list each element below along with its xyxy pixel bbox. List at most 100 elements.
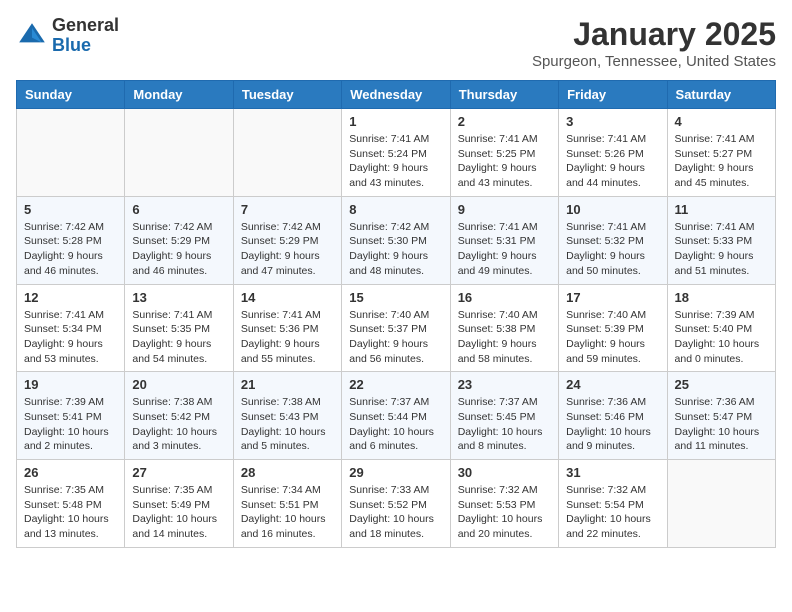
day-number: 2 — [458, 114, 551, 129]
day-number: 20 — [132, 377, 225, 392]
weekday-header-monday: Monday — [125, 81, 233, 109]
calendar-cell: 12 Sunrise: 7:41 AM Sunset: 5:34 PM Dayli… — [17, 284, 125, 372]
logo-blue-text: Blue — [52, 36, 119, 56]
day-number: 16 — [458, 290, 551, 305]
day-number: 30 — [458, 465, 551, 480]
calendar-cell: 23 Sunrise: 7:37 AM Sunset: 5:45 PM Dayli… — [450, 372, 558, 460]
day-number: 12 — [24, 290, 117, 305]
day-number: 10 — [566, 202, 659, 217]
calendar-cell: 19Sunrise: 7:39 AM Sunset: 5:41 PM Dayli… — [17, 372, 125, 460]
day-number: 21 — [241, 377, 334, 392]
day-number: 23 — [458, 377, 551, 392]
day-info: Sunrise: 7:38 AM Sunset: 5:43 PM Dayligh… — [241, 395, 334, 454]
day-number: 19 — [24, 377, 117, 392]
calendar-cell: 27Sunrise: 7:35 AM Sunset: 5:49 PM Dayli… — [125, 460, 233, 548]
day-number: 31 — [566, 465, 659, 480]
calendar-cell: 31 Sunrise: 7:32 AM Sunset: 5:54 PM Dayli… — [559, 460, 667, 548]
day-info: Sunrise: 7:36 AM Sunset: 5:47 PM Dayligh… — [675, 395, 768, 454]
day-number: 5 — [24, 202, 117, 217]
calendar-cell: 17 Sunrise: 7:40 AM Sunset: 5:39 PM Dayli… — [559, 284, 667, 372]
calendar-cell: 24 Sunrise: 7:36 AM Sunset: 5:46 PM Dayli… — [559, 372, 667, 460]
day-number: 4 — [675, 114, 768, 129]
day-info: Sunrise: 7:39 AM Sunset: 5:40 PM Dayligh… — [675, 308, 768, 367]
day-info: Sunrise: 7:33 AM Sunset: 5:52 PM Dayligh… — [349, 483, 442, 542]
day-info: Sunrise: 7:41 AM Sunset: 5:33 PM Dayligh… — [675, 220, 768, 279]
logo: General Blue — [16, 16, 119, 56]
calendar-week-row-2: 5 Sunrise: 7:42 AM Sunset: 5:28 PM Daylig… — [17, 196, 776, 284]
logo-icon — [16, 20, 48, 52]
calendar-cell: 25Sunrise: 7:36 AM Sunset: 5:47 PM Dayli… — [667, 372, 775, 460]
calendar-cell: 22 Sunrise: 7:37 AM Sunset: 5:44 PM Dayli… — [342, 372, 450, 460]
calendar-cell: 30 Sunrise: 7:32 AM Sunset: 5:53 PM Dayli… — [450, 460, 558, 548]
location-title: Spurgeon, Tennessee, United States — [532, 53, 776, 70]
day-info: Sunrise: 7:41 AM Sunset: 5:31 PM Dayligh… — [458, 220, 551, 279]
day-info: Sunrise: 7:35 AM Sunset: 5:49 PM Dayligh… — [132, 483, 225, 542]
day-info: Sunrise: 7:36 AM Sunset: 5:46 PM Dayligh… — [566, 395, 659, 454]
calendar-cell: 15Sunrise: 7:40 AM Sunset: 5:37 PM Dayli… — [342, 284, 450, 372]
day-info: Sunrise: 7:42 AM Sunset: 5:28 PM Dayligh… — [24, 220, 117, 279]
month-title: January 2025 — [532, 16, 776, 53]
calendar-cell: 1Sunrise: 7:41 AM Sunset: 5:24 PM Daylig… — [342, 109, 450, 197]
day-number: 11 — [675, 202, 768, 217]
day-info: Sunrise: 7:38 AM Sunset: 5:42 PM Dayligh… — [132, 395, 225, 454]
day-info: Sunrise: 7:35 AM Sunset: 5:48 PM Dayligh… — [24, 483, 117, 542]
calendar-cell: 3Sunrise: 7:41 AM Sunset: 5:26 PM Daylig… — [559, 109, 667, 197]
day-number: 24 — [566, 377, 659, 392]
calendar-cell: 11 Sunrise: 7:41 AM Sunset: 5:33 PM Dayli… — [667, 196, 775, 284]
weekday-header-row: SundayMondayTuesdayWednesdayThursdayFrid… — [17, 81, 776, 109]
page-header: General Blue January 2025 Spurgeon, Tenn… — [16, 16, 776, 70]
day-info: Sunrise: 7:32 AM Sunset: 5:53 PM Dayligh… — [458, 483, 551, 542]
calendar-cell: 7Sunrise: 7:42 AM Sunset: 5:29 PM Daylig… — [233, 196, 341, 284]
day-number: 7 — [241, 202, 334, 217]
calendar-week-row-3: 12 Sunrise: 7:41 AM Sunset: 5:34 PM Dayli… — [17, 284, 776, 372]
calendar-cell: 14Sunrise: 7:41 AM Sunset: 5:36 PM Dayli… — [233, 284, 341, 372]
day-number: 28 — [241, 465, 334, 480]
calendar-cell — [17, 109, 125, 197]
day-number: 1 — [349, 114, 442, 129]
day-info: Sunrise: 7:41 AM Sunset: 5:35 PM Dayligh… — [132, 308, 225, 367]
day-info: Sunrise: 7:37 AM Sunset: 5:45 PM Dayligh… — [458, 395, 551, 454]
day-info: Sunrise: 7:41 AM Sunset: 5:27 PM Dayligh… — [675, 132, 768, 191]
calendar-cell — [233, 109, 341, 197]
day-info: Sunrise: 7:42 AM Sunset: 5:30 PM Dayligh… — [349, 220, 442, 279]
day-info: Sunrise: 7:41 AM Sunset: 5:34 PM Dayligh… — [24, 308, 117, 367]
day-number: 13 — [132, 290, 225, 305]
calendar-cell — [667, 460, 775, 548]
weekday-header-thursday: Thursday — [450, 81, 558, 109]
day-number: 17 — [566, 290, 659, 305]
day-info: Sunrise: 7:40 AM Sunset: 5:37 PM Dayligh… — [349, 308, 442, 367]
calendar-table: SundayMondayTuesdayWednesdayThursdayFrid… — [16, 80, 776, 548]
day-number: 29 — [349, 465, 442, 480]
calendar-cell: 9 Sunrise: 7:41 AM Sunset: 5:31 PM Daylig… — [450, 196, 558, 284]
weekday-header-sunday: Sunday — [17, 81, 125, 109]
calendar-week-row-1: 1Sunrise: 7:41 AM Sunset: 5:24 PM Daylig… — [17, 109, 776, 197]
calendar-cell: 16 Sunrise: 7:40 AM Sunset: 5:38 PM Dayli… — [450, 284, 558, 372]
day-number: 22 — [349, 377, 442, 392]
calendar-cell: 8 Sunrise: 7:42 AM Sunset: 5:30 PM Daylig… — [342, 196, 450, 284]
day-number: 3 — [566, 114, 659, 129]
weekday-header-tuesday: Tuesday — [233, 81, 341, 109]
logo-text: General Blue — [52, 16, 119, 56]
title-area: January 2025 Spurgeon, Tennessee, United… — [532, 16, 776, 70]
day-info: Sunrise: 7:40 AM Sunset: 5:39 PM Dayligh… — [566, 308, 659, 367]
calendar-cell: 2 Sunrise: 7:41 AM Sunset: 5:25 PM Daylig… — [450, 109, 558, 197]
day-info: Sunrise: 7:40 AM Sunset: 5:38 PM Dayligh… — [458, 308, 551, 367]
weekday-header-wednesday: Wednesday — [342, 81, 450, 109]
day-info: Sunrise: 7:32 AM Sunset: 5:54 PM Dayligh… — [566, 483, 659, 542]
calendar-cell: 13 Sunrise: 7:41 AM Sunset: 5:35 PM Dayli… — [125, 284, 233, 372]
calendar-cell: 26Sunrise: 7:35 AM Sunset: 5:48 PM Dayli… — [17, 460, 125, 548]
day-number: 8 — [349, 202, 442, 217]
day-info: Sunrise: 7:42 AM Sunset: 5:29 PM Dayligh… — [132, 220, 225, 279]
day-info: Sunrise: 7:41 AM Sunset: 5:25 PM Dayligh… — [458, 132, 551, 191]
calendar-cell: 10Sunrise: 7:41 AM Sunset: 5:32 PM Dayli… — [559, 196, 667, 284]
logo-general-text: General — [52, 16, 119, 36]
day-info: Sunrise: 7:34 AM Sunset: 5:51 PM Dayligh… — [241, 483, 334, 542]
calendar-cell: 20 Sunrise: 7:38 AM Sunset: 5:42 PM Dayli… — [125, 372, 233, 460]
calendar-cell: 18 Sunrise: 7:39 AM Sunset: 5:40 PM Dayli… — [667, 284, 775, 372]
day-number: 18 — [675, 290, 768, 305]
calendar-cell: 28 Sunrise: 7:34 AM Sunset: 5:51 PM Dayli… — [233, 460, 341, 548]
day-info: Sunrise: 7:37 AM Sunset: 5:44 PM Dayligh… — [349, 395, 442, 454]
day-number: 6 — [132, 202, 225, 217]
day-number: 9 — [458, 202, 551, 217]
calendar-cell: 21 Sunrise: 7:38 AM Sunset: 5:43 PM Dayli… — [233, 372, 341, 460]
